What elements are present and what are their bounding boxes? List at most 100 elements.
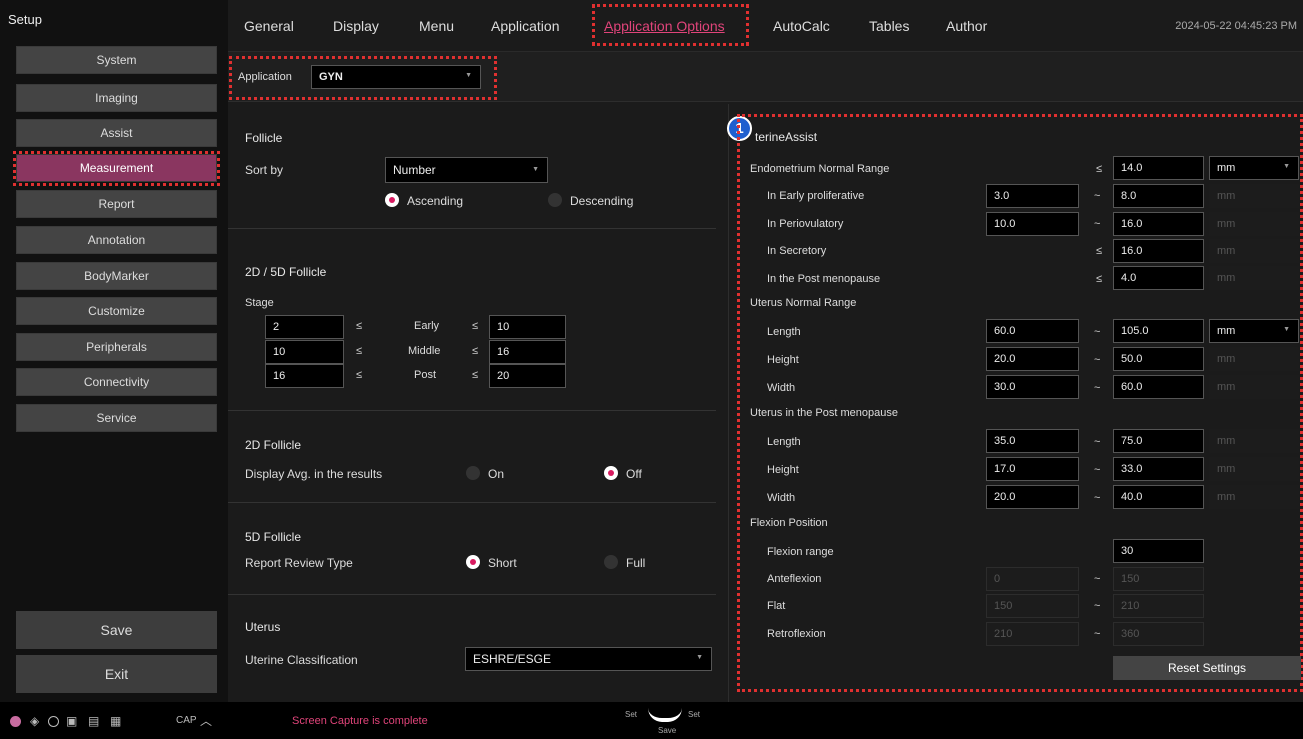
status-bar: ◈ ▣ ▤ ▦ CAP ︿ Screen Capture is complete… <box>0 702 1303 739</box>
tilde-symbol: ~ <box>1094 326 1101 338</box>
periovulatory-max[interactable]: 16.0 <box>1113 212 1204 236</box>
reset-settings-button[interactable]: Reset Settings <box>1113 656 1301 680</box>
cap-label: CAP <box>176 715 197 726</box>
flexion-range-field[interactable]: 30 <box>1113 539 1204 563</box>
sidebar-item-annotation[interactable]: Annotation <box>16 226 217 254</box>
stage-post-to[interactable]: 20 <box>489 364 566 388</box>
post-menopause-title: Uterus in the Post menopause <box>750 407 898 419</box>
application-select[interactable]: GYN ▼ <box>311 65 481 89</box>
uterus-unit-select[interactable]: mm ▼ <box>1209 319 1299 343</box>
uterus-length-max[interactable]: 105.0 <box>1113 319 1204 343</box>
tab-autocalc[interactable]: AutoCalc <box>773 18 830 34</box>
post-menopause-max[interactable]: 4.0 <box>1113 266 1204 290</box>
unit-label: mm <box>1209 212 1299 236</box>
endometrium-unit-select[interactable]: mm ▼ <box>1209 156 1299 180</box>
tab-menu[interactable]: Menu <box>419 18 454 34</box>
secretory-max[interactable]: 16.0 <box>1113 239 1204 263</box>
uterus-width-max[interactable]: 60.0 <box>1113 375 1204 399</box>
tab-general[interactable]: General <box>244 18 294 34</box>
unit-value: mm <box>1217 162 1236 174</box>
stage-middle-label: Middle <box>408 345 441 357</box>
early-proliferative-min[interactable]: 3.0 <box>986 184 1079 208</box>
uterine-classification-select[interactable]: ESHRE/ESGE ▼ <box>465 647 712 671</box>
pm-height-max[interactable]: 33.0 <box>1113 457 1204 481</box>
pm-length-max[interactable]: 75.0 <box>1113 429 1204 453</box>
le-symbol: ≤ <box>356 320 363 332</box>
le-symbol: ≤ <box>472 320 479 332</box>
sidebar-item-connectivity[interactable]: Connectivity <box>16 368 217 396</box>
stage-early-to[interactable]: 10 <box>489 315 566 339</box>
display-avg-on-radio[interactable] <box>466 466 480 480</box>
application-bar: Application GYN ▼ <box>228 52 1303 102</box>
on-label: On <box>488 467 505 481</box>
anteflexion-max: 150 <box>1113 567 1204 591</box>
stage-middle-from[interactable]: 10 <box>265 340 344 364</box>
follicle-5d-title: 5D Follicle <box>245 530 302 544</box>
le-symbol: ≤ <box>472 345 479 357</box>
le-symbol: ≤ <box>356 345 363 357</box>
early-proliferative-max[interactable]: 8.0 <box>1113 184 1204 208</box>
stage-early-from[interactable]: 2 <box>265 315 344 339</box>
secretory-label: In Secretory <box>767 245 827 257</box>
follicle-2d5d-title: 2D / 5D Follicle <box>245 265 327 279</box>
sidebar-item-peripherals[interactable]: Peripherals <box>16 333 217 361</box>
unit-label: mm <box>1209 239 1299 263</box>
stage-post-label: Post <box>414 369 437 381</box>
layers-icon: ◈ <box>30 714 40 728</box>
sidebar: Setup System Imaging Assist Measurement … <box>0 0 228 702</box>
tilde-symbol: ~ <box>1094 382 1101 394</box>
disconnected-icon: ▦ <box>110 714 122 728</box>
le-symbol: ≤ <box>1096 273 1103 285</box>
pm-width-min[interactable]: 20.0 <box>986 485 1079 509</box>
tilde-symbol: ~ <box>1094 492 1101 504</box>
chevron-down-icon: ▼ <box>1283 163 1290 170</box>
tab-display[interactable]: Display <box>333 18 379 34</box>
tilde-symbol: ~ <box>1094 190 1101 202</box>
uterine-classification-value: ESHRE/ESGE <box>473 652 552 666</box>
full-label: Full <box>626 556 646 570</box>
uterus-length-min[interactable]: 60.0 <box>986 319 1079 343</box>
descending-label: Descending <box>570 194 634 208</box>
unit-label: mm <box>1209 184 1299 208</box>
tab-author[interactable]: Author <box>946 18 987 34</box>
flexion-range-label: Flexion range <box>767 546 834 558</box>
sidebar-item-assist[interactable]: Assist <box>16 119 217 147</box>
ascending-radio[interactable] <box>385 193 399 207</box>
sidebar-item-report[interactable]: Report <box>16 190 217 218</box>
sort-by-select[interactable]: Number ▼ <box>385 157 548 183</box>
uterus-height-max[interactable]: 50.0 <box>1113 347 1204 371</box>
height-label: Height <box>767 354 799 366</box>
pm-width-max[interactable]: 40.0 <box>1113 485 1204 509</box>
user-icon <box>10 716 21 727</box>
save-button[interactable]: Save <box>16 611 217 649</box>
sidebar-item-bodymarker[interactable]: BodyMarker <box>16 262 217 290</box>
pm-length-min[interactable]: 35.0 <box>986 429 1079 453</box>
uterus-title: Uterus <box>245 620 281 634</box>
tab-tables[interactable]: Tables <box>869 18 909 34</box>
tab-application-options[interactable]: Application Options <box>604 18 725 34</box>
short-radio[interactable] <box>466 555 480 569</box>
periovulatory-label: In Periovulatory <box>767 218 844 230</box>
tilde-symbol: ~ <box>1094 354 1101 366</box>
tab-application[interactable]: Application <box>491 18 560 34</box>
exit-button[interactable]: Exit <box>16 655 217 693</box>
full-radio[interactable] <box>604 555 618 569</box>
endometrium-max-field[interactable]: 14.0 <box>1113 156 1204 180</box>
pm-height-min[interactable]: 17.0 <box>986 457 1079 481</box>
uterus-height-min[interactable]: 20.0 <box>986 347 1079 371</box>
sidebar-item-service[interactable]: Service <box>16 404 217 432</box>
display-avg-off-radio[interactable] <box>604 466 618 480</box>
sidebar-item-measurement[interactable]: Measurement <box>16 154 217 182</box>
uterus-width-min[interactable]: 30.0 <box>986 375 1079 399</box>
descending-radio[interactable] <box>548 193 562 207</box>
sidebar-item-imaging[interactable]: Imaging <box>16 84 217 112</box>
chevron-up-icon[interactable]: ︿ <box>200 712 212 729</box>
sidebar-item-customize[interactable]: Customize <box>16 297 217 325</box>
sidebar-item-system[interactable]: System <box>16 46 217 74</box>
stage-post-from[interactable]: 16 <box>265 364 344 388</box>
stage-middle-to[interactable]: 16 <box>489 340 566 364</box>
periovulatory-min[interactable]: 10.0 <box>986 212 1079 236</box>
short-label: Short <box>488 556 517 570</box>
sort-by-value: Number <box>393 163 436 177</box>
set-right-label: Set <box>688 710 701 719</box>
